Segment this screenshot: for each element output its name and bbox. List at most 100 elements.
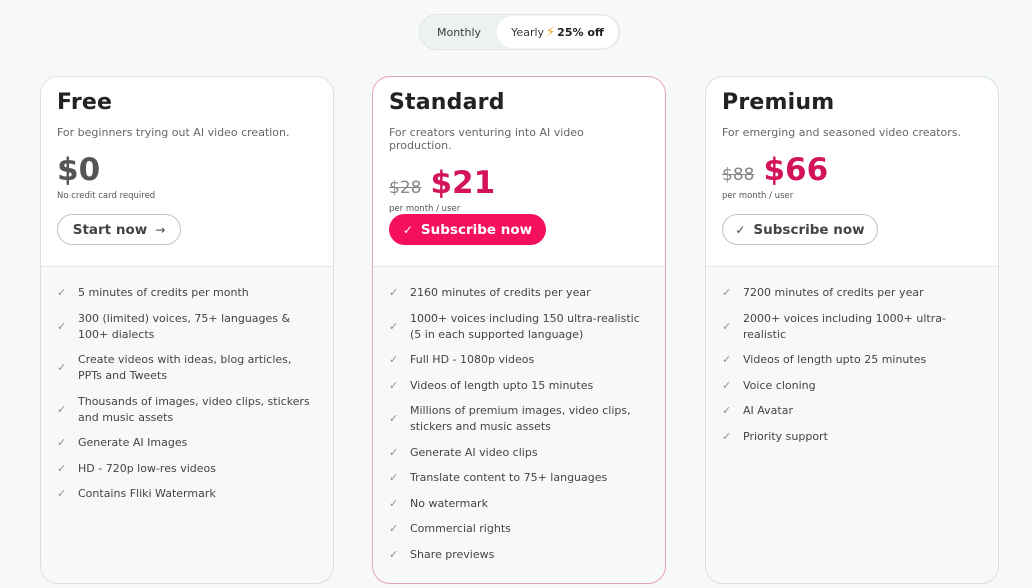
feature-item: ✓ Translate content to 75+ languages (389, 470, 649, 486)
feature-item: ✓ Millions of premium images, video clips… (389, 403, 649, 435)
check-icon: ✓ (722, 429, 732, 443)
check-icon: ✓ (722, 286, 732, 299)
price-row: $0 (57, 152, 317, 188)
check-icon: ✓ (389, 378, 399, 392)
check-icon: ✓ (57, 402, 67, 416)
feature-item: ✓ Videos of length upto 25 minutes (722, 352, 982, 368)
feature-text: 2160 minutes of credits per year (410, 286, 591, 299)
feature-item: ✓ Generate AI Images (57, 435, 317, 451)
plan-description: For beginners trying out AI video creati… (57, 126, 290, 139)
price-note: per month / user (722, 191, 794, 201)
feature-text: 7200 minutes of credits per year (743, 286, 924, 299)
price-row: $28 $21 (389, 165, 649, 201)
check-icon: ✓ (389, 412, 399, 425)
check-icon: ✓ (722, 404, 732, 417)
original-price: $88 (722, 165, 755, 185)
start-now-button[interactable]: Start now → (57, 214, 181, 245)
feature-text: Generate AI video clips (410, 445, 538, 459)
lightning-bolt-icon: ⚡ (546, 24, 556, 40)
arrow-right-icon: → (155, 222, 166, 237)
plan-card-standard: Standard For creators venturing into AI … (372, 76, 666, 584)
check-icon: ✓ (735, 222, 746, 237)
pricing-page: Monthly Yearly ⚡ 25% off Free For beginn… (0, 0, 1032, 588)
price-note: per month / user (389, 204, 461, 214)
feature-text: 300 (limited) voices, 75+ languages & 10… (78, 311, 291, 341)
plan-card-premium: Premium For emerging and seasoned video … (705, 76, 999, 584)
discount-badge: 25% off (557, 25, 604, 39)
plan-header: Premium For emerging and seasoned video … (706, 77, 998, 267)
feature-text: Contains Fliki Watermark (78, 487, 216, 500)
feature-item: ✓ 5 minutes of credits per month (57, 285, 317, 301)
feature-text: 5 minutes of credits per month (78, 286, 249, 299)
check-icon: ✓ (389, 496, 399, 510)
feature-item: ✓ Share previews (389, 547, 649, 563)
billing-yearly-option[interactable]: Yearly ⚡ 25% off (497, 16, 618, 48)
feature-text: Millions of premium images, video clips,… (410, 404, 631, 433)
check-icon: ✓ (57, 319, 67, 333)
subscribe-standard-button[interactable]: ✓ Subscribe now (389, 214, 546, 245)
feature-item: ✓ 7200 minutes of credits per year (722, 285, 982, 301)
feature-item: ✓ Thousands of images, video clips, stick… (57, 394, 317, 426)
billing-toggle[interactable]: Monthly Yearly ⚡ 25% off (419, 14, 620, 50)
feature-item: ✓ Commercial rights (389, 521, 649, 537)
price-row: $88 $66 (722, 152, 982, 188)
plan-card-free: Free For beginners trying out AI video c… (40, 76, 334, 584)
billing-monthly-option[interactable]: Monthly (421, 16, 497, 48)
check-icon: ✓ (57, 361, 67, 374)
feature-text: Create videos with ideas, blog articles,… (78, 353, 292, 382)
check-icon: ✓ (57, 436, 67, 449)
feature-text: Full HD - 1080p videos (410, 353, 535, 366)
check-icon: ✓ (389, 445, 399, 459)
feature-text: Videos of length upto 15 minutes (410, 378, 594, 392)
feature-text: HD - 720p low-res videos (78, 461, 216, 475)
plan-price: $0 (57, 152, 101, 188)
monthly-label: Monthly (436, 25, 482, 39)
check-icon: ✓ (402, 222, 413, 237)
check-icon: ✓ (57, 461, 67, 475)
check-icon: ✓ (57, 286, 67, 299)
plan-price: $21 (430, 165, 496, 201)
feature-text: 2000+ voices including 1000+ ultra-reali… (743, 311, 946, 341)
check-icon: ✓ (389, 547, 399, 561)
check-icon: ✓ (57, 487, 67, 500)
feature-text: Translate content to 75+ languages (410, 471, 608, 484)
yearly-label: Yearly (511, 25, 545, 39)
subscribe-premium-button[interactable]: ✓ Subscribe now (722, 214, 878, 245)
feature-item: ✓ Create videos with ideas, blog articles… (57, 352, 317, 384)
button-label: Subscribe now (753, 221, 865, 238)
feature-text: Commercial rights (410, 522, 511, 535)
check-icon: ✓ (389, 286, 399, 299)
feature-item: ✓ 2160 minutes of credits per year (389, 285, 649, 301)
check-icon: ✓ (722, 378, 732, 392)
check-icon: ✓ (722, 319, 732, 333)
plan-description: For emerging and seasoned video creators… (722, 126, 962, 139)
original-price: $28 (389, 178, 422, 198)
feature-list: ✓ 7200 minutes of credits per year ✓ 2000+ … (706, 267, 998, 445)
feature-item: ✓ Videos of length upto 15 minutes (389, 378, 649, 394)
plan-header: Free For beginners trying out AI video c… (41, 77, 333, 267)
feature-text: Voice cloning (743, 378, 816, 392)
feature-item: ✓ AI Avatar (722, 403, 982, 419)
feature-item: ✓ No watermark (389, 496, 649, 512)
feature-text: Videos of length upto 25 minutes (743, 353, 927, 366)
feature-item: ✓ 2000+ voices including 1000+ ultra-real… (722, 311, 982, 343)
feature-item: ✓ 300 (limited) voices, 75+ languages & 1… (57, 311, 317, 343)
feature-text: Share previews (410, 547, 495, 561)
check-icon: ✓ (722, 353, 732, 366)
feature-text: Thousands of images, video clips, sticke… (78, 394, 310, 424)
feature-text: No watermark (410, 496, 488, 510)
button-label: Start now (72, 221, 148, 238)
feature-item: ✓ Full HD - 1080p videos (389, 352, 649, 368)
feature-item: ✓ HD - 720p low-res videos (57, 461, 317, 477)
feature-item: ✓ 1000+ voices including 150 ultra-realis… (389, 311, 649, 343)
plan-description: For creators venturing into AI video pro… (389, 126, 584, 152)
button-label: Subscribe now (420, 221, 533, 238)
check-icon: ✓ (389, 471, 399, 484)
plan-price: $66 (763, 152, 829, 188)
feature-item: ✓ Voice cloning (722, 378, 982, 394)
feature-list: ✓ 5 minutes of credits per month ✓ 300 (lim… (41, 267, 333, 502)
check-icon: ✓ (389, 522, 399, 535)
feature-text: 1000+ voices including 150 ultra-realist… (410, 311, 640, 341)
price-note: No credit card required (57, 191, 156, 201)
feature-text: Priority support (743, 429, 828, 443)
